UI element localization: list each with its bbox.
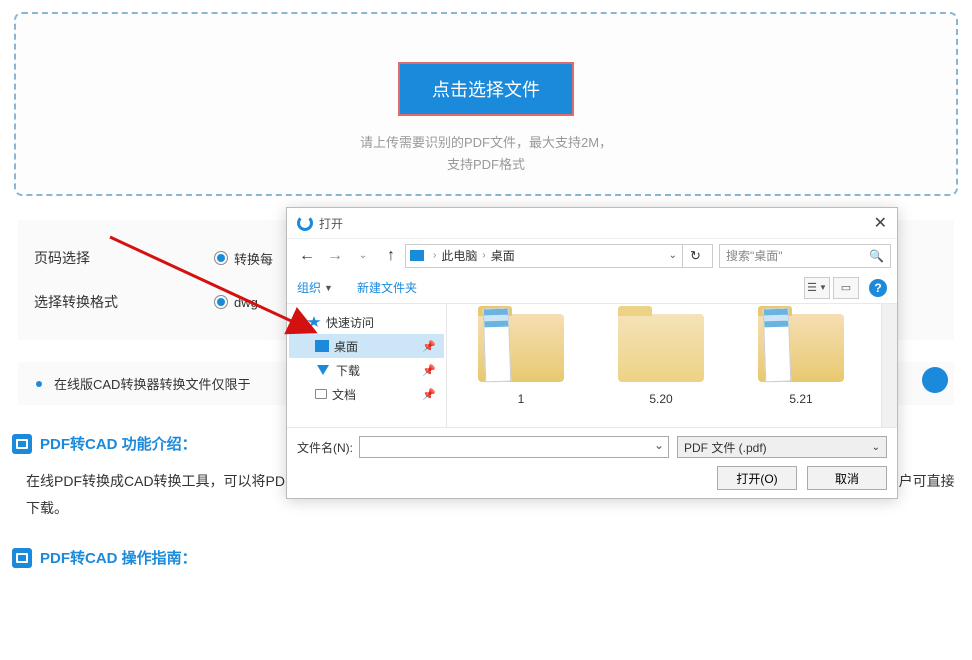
filter-text: PDF 文件 (.pdf) — [684, 439, 767, 456]
scrollbar[interactable] — [881, 304, 897, 427]
pin-icon: 📌 — [422, 364, 444, 377]
guide-heading: PDF转CAD 操作指南： — [12, 547, 954, 568]
search-input[interactable]: 搜索"桌面" 🔍 — [719, 244, 891, 268]
chevron-down-icon: ⌄ — [872, 442, 880, 453]
page-option-all[interactable]: 转换每 — [214, 249, 273, 268]
refresh-icon[interactable]: ↻ — [682, 245, 708, 267]
chevron-right-icon: › — [482, 250, 485, 261]
dialog-titlebar: 打开 ✕ — [287, 208, 897, 238]
folder-name: 5.20 — [591, 392, 731, 406]
format-select-label: 选择转换格式 — [34, 292, 214, 312]
filename-label: 文件名(N): — [297, 439, 353, 456]
tree-label: 文档 — [332, 386, 356, 403]
folder-icon — [478, 314, 564, 382]
format-option-dwg-label: dwg — [234, 295, 258, 310]
search-icon: 🔍 — [869, 249, 884, 263]
format-option-dwg[interactable]: dwg — [214, 295, 258, 310]
tree-label: 桌面 — [334, 338, 358, 355]
upload-hint-line2: 支持PDF格式 — [36, 154, 936, 176]
nav-back-icon[interactable]: ← — [293, 247, 321, 265]
monitor-icon — [410, 250, 424, 261]
help-icon[interactable]: ? — [869, 279, 887, 297]
chevron-down-icon: ⌄ — [295, 317, 307, 328]
folder-name: 5.21 — [731, 392, 871, 406]
dialog-navbar: ← → ⌄ ↑ › 此电脑 › 桌面 ⌄ ↻ 搜索"桌面" 🔍 — [287, 238, 897, 272]
path-segment-root[interactable]: 此电脑 — [441, 247, 477, 264]
tree-item-downloads[interactable]: 下载 📌 — [289, 358, 444, 382]
dialog-toolbar: 组织▼ 新建文件夹 ☰ ▼ ▭ ? — [287, 272, 897, 304]
monitor-icon — [315, 340, 329, 352]
list-icon — [12, 548, 32, 568]
app-logo-icon — [297, 215, 313, 231]
page-select-label: 页码选择 — [34, 248, 214, 268]
pin-icon: 📌 — [422, 388, 444, 401]
download-icon — [317, 365, 329, 375]
notice-text: 在线版CAD转换器转换文件仅限于 — [54, 374, 250, 393]
nav-forward-icon[interactable]: → — [321, 247, 349, 265]
tree-label: 下载 — [336, 362, 360, 379]
folder-icon — [758, 314, 844, 382]
view-mode-button[interactable]: ☰ ▼ — [804, 277, 830, 299]
chevron-down-icon: ▼ — [324, 283, 333, 293]
folder-item[interactable]: 1 — [451, 314, 591, 406]
nav-up-icon[interactable]: ↑ — [377, 247, 405, 265]
pin-icon: 📌 — [422, 340, 444, 353]
preview-pane-button[interactable]: ▭ — [833, 277, 859, 299]
tree-item-documents[interactable]: 文档 📌 — [289, 382, 444, 406]
path-segment-current[interactable]: 桌面 — [491, 247, 515, 264]
cancel-button[interactable]: 取消 — [807, 466, 887, 490]
folder-item[interactable]: 5.21 — [731, 314, 871, 406]
radio-icon — [214, 295, 228, 309]
search-placeholder: 搜索"桌面" — [726, 247, 783, 264]
upload-dropzone[interactable]: 点击选择文件 请上传需要识别的PDF文件，最大支持2M， 支持PDF格式 — [14, 12, 958, 196]
close-icon[interactable]: ✕ — [874, 213, 887, 233]
filename-input[interactable] — [359, 436, 669, 458]
tree-item-desktop[interactable]: 桌面 📌 — [289, 334, 444, 358]
tree-label: 快速访问 — [326, 314, 374, 331]
tree-item-quick-access[interactable]: ⌄ 快速访问 — [289, 310, 444, 334]
open-button[interactable]: 打开(O) — [717, 466, 797, 490]
intro-title: PDF转CAD 功能介绍： — [40, 433, 197, 454]
organize-menu[interactable]: 组织▼ — [297, 279, 333, 296]
dialog-title-text: 打开 — [319, 215, 874, 232]
folder-icon — [315, 389, 327, 399]
guide-title: PDF转CAD 操作指南： — [40, 547, 197, 568]
folder-name: 1 — [451, 392, 591, 406]
star-icon — [307, 316, 321, 328]
notice-action-button[interactable] — [922, 367, 948, 393]
page-option-all-label: 转换每 — [234, 249, 273, 268]
radio-icon — [214, 251, 228, 265]
select-file-button[interactable]: 点击选择文件 — [398, 62, 574, 116]
folder-icon — [618, 314, 704, 382]
file-type-filter[interactable]: PDF 文件 (.pdf) ⌄ — [677, 436, 887, 458]
dialog-footer: 文件名(N): PDF 文件 (.pdf) ⌄ 打开(O) 取消 — [287, 427, 897, 498]
file-open-dialog: 打开 ✕ ← → ⌄ ↑ › 此电脑 › 桌面 ⌄ ↻ 搜索"桌面" 🔍 组织▼… — [286, 207, 898, 499]
chevron-down-icon[interactable]: ⌄ — [664, 250, 682, 261]
document-icon — [12, 434, 32, 454]
bullet-icon — [36, 381, 42, 387]
new-folder-button[interactable]: 新建文件夹 — [357, 279, 417, 296]
nav-history-icon[interactable]: ⌄ — [349, 250, 377, 261]
folder-item[interactable]: 5.20 — [591, 314, 731, 406]
folder-tree: ⌄ 快速访问 桌面 📌 下载 📌 文档 📌 — [287, 304, 447, 427]
chevron-right-icon: › — [433, 250, 436, 261]
upload-hint-line1: 请上传需要识别的PDF文件，最大支持2M， — [36, 132, 936, 154]
file-list: 1 5.20 5.21 — [447, 304, 881, 427]
address-bar[interactable]: › 此电脑 › 桌面 ⌄ ↻ — [405, 244, 713, 268]
